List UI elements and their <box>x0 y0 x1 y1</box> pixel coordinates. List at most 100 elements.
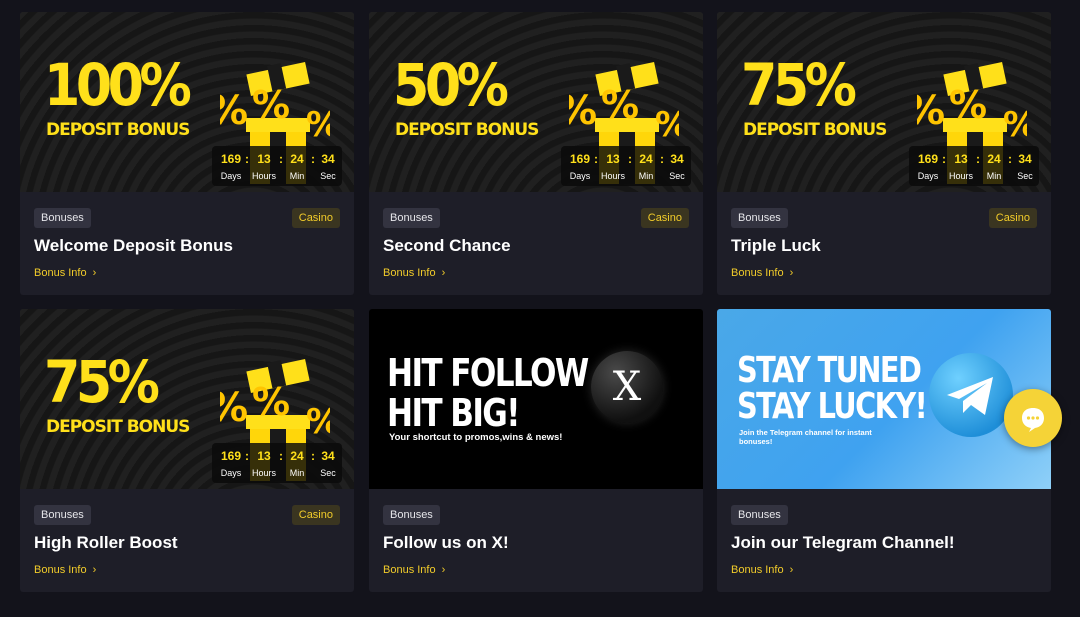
promo-banner: 100% DEPOSIT BONUS % % % 169 : 13 : 24 <box>20 12 354 192</box>
chat-bubble-icon <box>1022 408 1044 432</box>
bonuses-tag: Bonuses <box>34 208 91 228</box>
timer-days-label: Days <box>569 171 591 181</box>
svg-text:%: % <box>306 402 330 442</box>
promo-title: Second Chance <box>383 236 511 255</box>
timer-sec: 34 <box>321 449 335 463</box>
timer-min: 24 <box>987 152 1001 166</box>
bonus-subtitle: DEPOSIT BONUS <box>395 120 539 140</box>
bonus-info-link[interactable]: Bonus Info › <box>34 267 96 279</box>
timer-days-label: Days <box>220 171 242 181</box>
timer-sec: 34 <box>1018 152 1032 166</box>
timer-min: 24 <box>290 449 304 463</box>
timer-hours-label: Hours <box>251 171 276 181</box>
promo-card[interactable]: 100% DEPOSIT BONUS % % % 169 : 13 : 24 <box>20 12 354 295</box>
timer-sec-label: Sec <box>1017 171 1033 181</box>
bonus-info-label: Bonus Info <box>731 267 784 279</box>
bonus-info-link[interactable]: Bonus Info › <box>383 564 445 576</box>
timer-hours-label: Hours <box>948 171 973 181</box>
countdown-timer: 169 : 13 : 24 : 34 Days Hours Min Sec <box>212 146 342 186</box>
timer-min-label: Min <box>986 171 1002 181</box>
svg-text:%: % <box>220 385 248 431</box>
promo-title: Follow us on X! <box>383 533 509 552</box>
timer-min-label: Min <box>289 468 305 478</box>
promo-banner: 75% DEPOSIT BONUS % % % 169 : 13 : 24 <box>20 309 354 489</box>
bonus-info-link[interactable]: Bonus Info › <box>731 267 793 279</box>
timer-hours-label: Hours <box>600 171 625 181</box>
timer-hours-label: Hours <box>251 468 276 478</box>
promo-card-x[interactable]: HIT FOLLOW HIT BIG! Your shortcut to pro… <box>369 309 703 592</box>
promo-card[interactable]: 75% DEPOSIT BONUS % % % 169 : 13 : 24 <box>717 12 1051 295</box>
timer-min-label: Min <box>638 171 654 181</box>
bonus-percent: 75% <box>741 51 857 119</box>
bonus-info-link[interactable]: Bonus Info › <box>34 564 96 576</box>
timer-days-label: Days <box>220 468 242 478</box>
timer-min: 24 <box>290 152 304 166</box>
banner-headline: HIT FOLLOW HIT BIG! <box>387 353 589 433</box>
timer-hours: 13 <box>954 152 968 166</box>
svg-text:%: % <box>252 83 290 127</box>
bonuses-tag: Bonuses <box>383 505 440 525</box>
timer-min: 24 <box>639 152 653 166</box>
timer-hours: 13 <box>257 152 271 166</box>
bonuses-tag: Bonuses <box>34 505 91 525</box>
countdown-timer: 169 : 13 : 24 : 34 Days Hours Min Sec <box>212 443 342 483</box>
promo-banner: STAY TUNED STAY LUCKY! Join the Telegram… <box>717 309 1051 489</box>
timer-hours: 13 <box>257 449 271 463</box>
bonus-info-label: Bonus Info <box>34 267 87 279</box>
bonuses-tag: Bonuses <box>731 208 788 228</box>
timer-sec-label: Sec <box>669 171 685 181</box>
timer-days-label: Days <box>917 171 939 181</box>
promo-card[interactable]: 50% DEPOSIT BONUS % % % 169 : 13 : 24 <box>369 12 703 295</box>
timer-days: 169 <box>220 449 242 463</box>
timer-hours: 13 <box>606 152 620 166</box>
banner-subtitle: Join the Telegram channel for instant bo… <box>739 428 872 446</box>
promo-card-telegram[interactable]: STAY TUNED STAY LUCKY! Join the Telegram… <box>717 309 1051 592</box>
bonus-info-label: Bonus Info <box>383 564 436 576</box>
svg-text:%: % <box>655 105 679 145</box>
telegram-logo-icon <box>929 353 1013 437</box>
bonus-info-label: Bonus Info <box>383 267 436 279</box>
svg-text:%: % <box>306 105 330 145</box>
chevron-right-icon: › <box>789 267 794 279</box>
promo-banner: 75% DEPOSIT BONUS % % % 169 : 13 : 24 <box>717 12 1051 192</box>
casino-tag: Casino <box>640 208 689 228</box>
bonus-subtitle: DEPOSIT BONUS <box>46 417 190 437</box>
bonus-info-label: Bonus Info <box>731 564 784 576</box>
chevron-right-icon: › <box>441 564 446 576</box>
timer-days: 169 <box>917 152 939 166</box>
bonus-info-label: Bonus Info <box>34 564 87 576</box>
promo-title: Join our Telegram Channel! <box>731 533 955 552</box>
timer-days: 169 <box>569 152 591 166</box>
bonuses-tag: Bonuses <box>731 505 788 525</box>
bonuses-tag: Bonuses <box>383 208 440 228</box>
timer-sec-label: Sec <box>320 171 336 181</box>
bonus-percent: 75% <box>44 348 160 416</box>
timer-days: 169 <box>220 152 242 166</box>
timer-sec: 34 <box>670 152 684 166</box>
banner-line-2: STAY LUCKY! <box>737 386 928 427</box>
promo-banner: 50% DEPOSIT BONUS % % % 169 : 13 : 24 <box>369 12 703 192</box>
promo-banner: HIT FOLLOW HIT BIG! Your shortcut to pro… <box>369 309 703 489</box>
chevron-right-icon: › <box>92 267 97 279</box>
promo-title: Welcome Deposit Bonus <box>34 236 233 255</box>
svg-text:%: % <box>601 83 639 127</box>
chevron-right-icon: › <box>789 564 794 576</box>
svg-text:%: % <box>1003 105 1027 145</box>
banner-line-1: STAY TUNED <box>737 350 922 391</box>
svg-text:%: % <box>569 88 597 134</box>
countdown-timer: 169 : 13 : 24 : 34 Days Hours Min Sec <box>909 146 1039 186</box>
casino-tag: Casino <box>988 208 1037 228</box>
svg-text:%: % <box>220 88 248 134</box>
promo-card[interactable]: 75% DEPOSIT BONUS % % % 169 : 13 : 24 <box>20 309 354 592</box>
banner-headline: STAY TUNED STAY LUCKY! <box>737 350 928 427</box>
casino-tag: Casino <box>291 505 340 525</box>
chat-button[interactable] <box>1004 389 1062 447</box>
bonus-subtitle: DEPOSIT BONUS <box>46 120 190 140</box>
timer-sec: 34 <box>321 152 335 166</box>
timer-sec-label: Sec <box>320 468 336 478</box>
bonus-info-link[interactable]: Bonus Info › <box>731 564 793 576</box>
timer-min-label: Min <box>289 171 305 181</box>
promo-title: Triple Luck <box>731 236 821 255</box>
bonus-percent: 100% <box>44 51 192 119</box>
bonus-info-link[interactable]: Bonus Info › <box>383 267 445 279</box>
